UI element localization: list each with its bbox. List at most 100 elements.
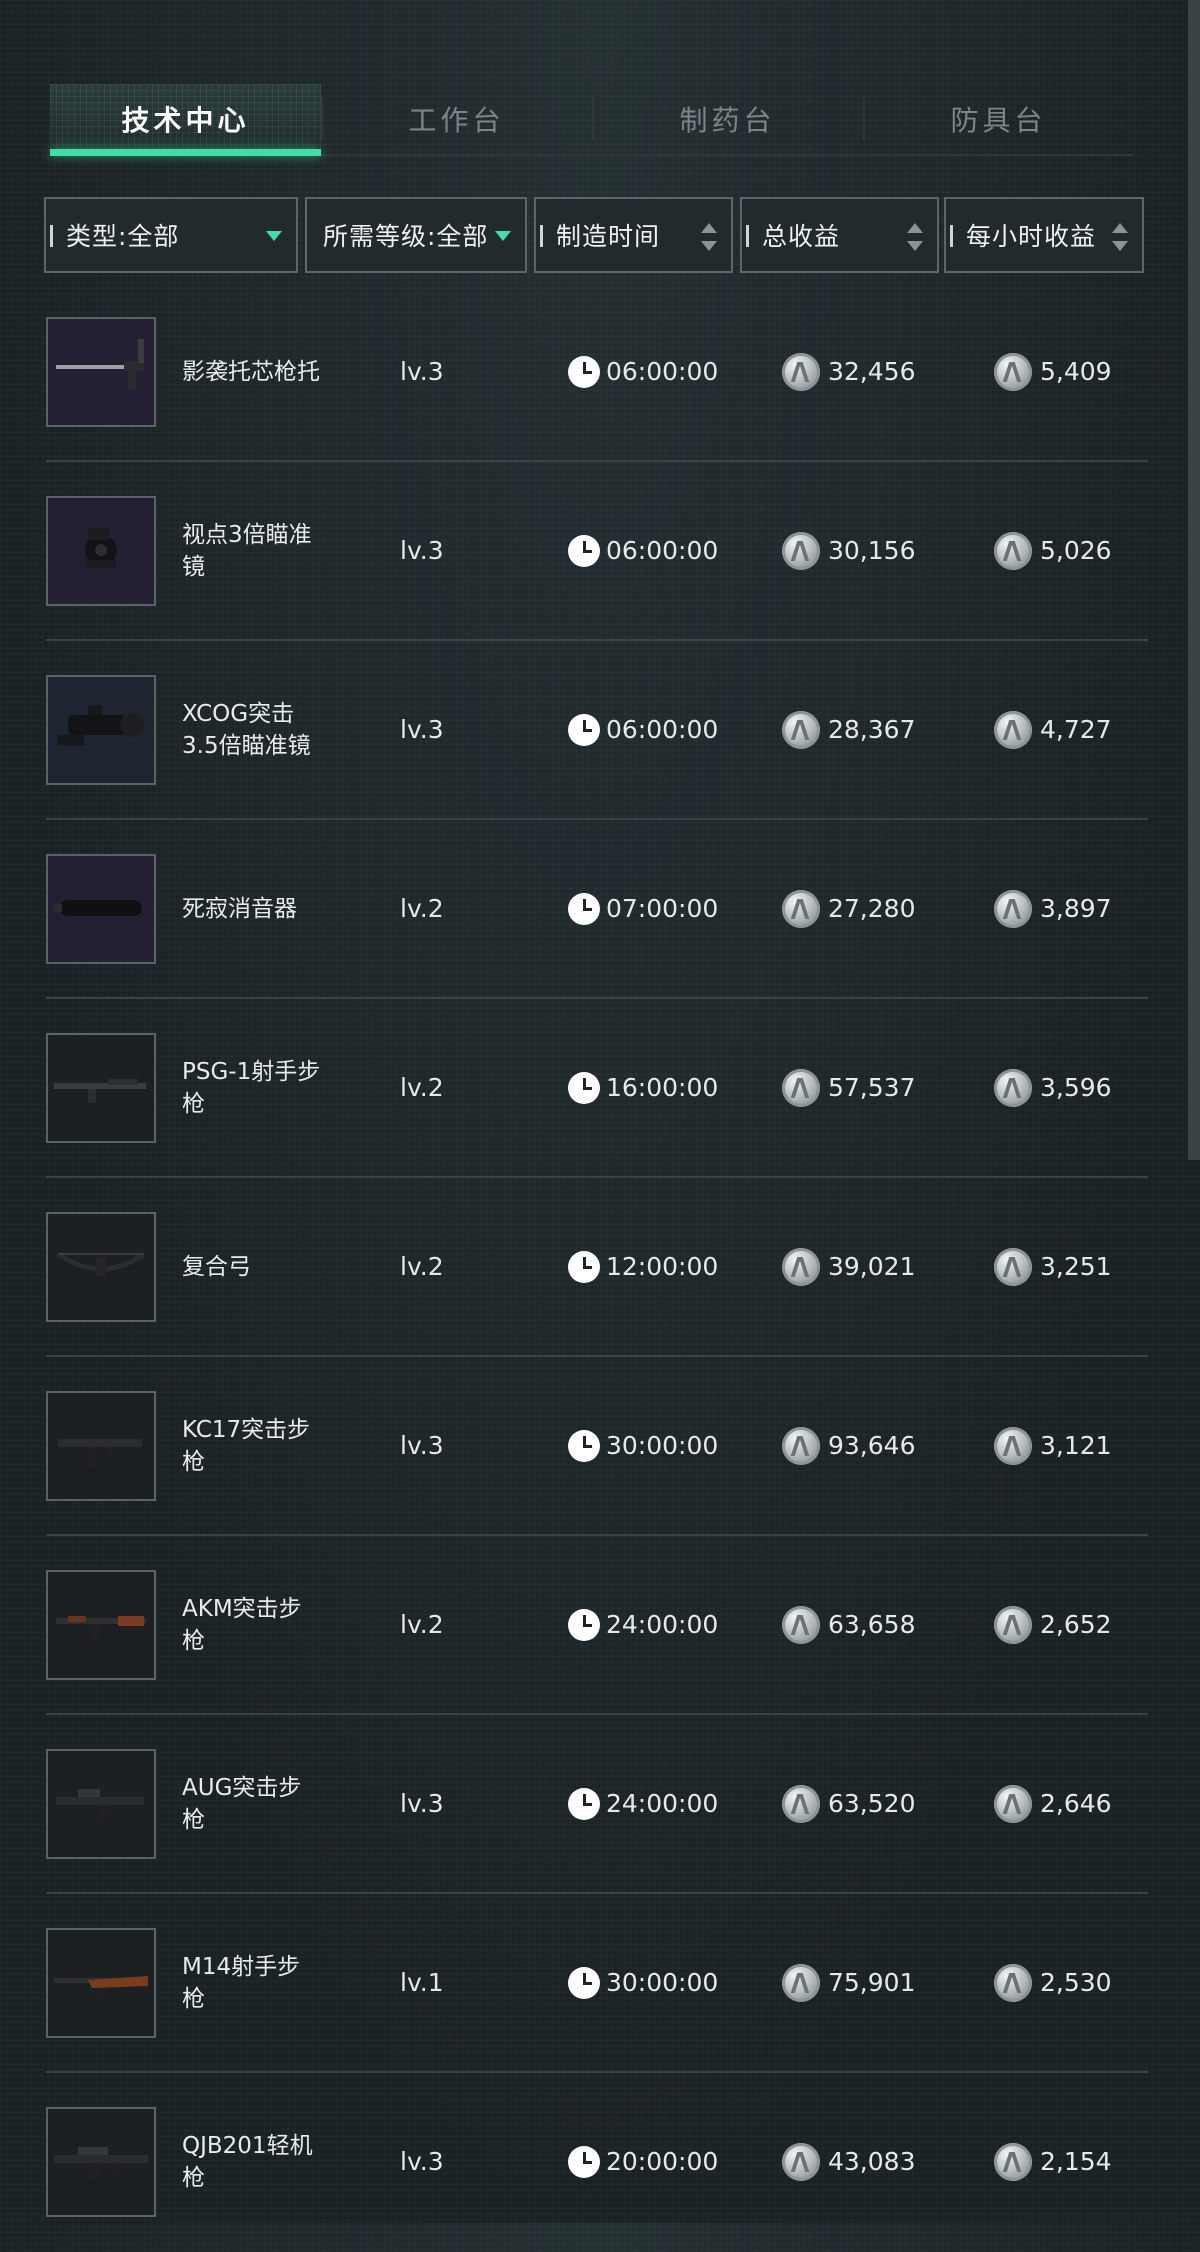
lmg-icon bbox=[54, 2147, 148, 2177]
sort-icon bbox=[1112, 223, 1128, 251]
table-row[interactable]: 视点3倍瞄准镜 lv.3 06:00:00 30,156 5,026 bbox=[46, 462, 1148, 641]
sort-time-button[interactable]: 制造时间 bbox=[534, 197, 733, 273]
coin-icon bbox=[782, 1426, 820, 1465]
item-level: lv.3 bbox=[400, 536, 444, 565]
item-name: AUG突击步枪 bbox=[182, 1774, 302, 1833]
item-hourly-profit: 5,026 bbox=[994, 462, 1112, 639]
item-hourly-profit: 5,409 bbox=[994, 283, 1112, 460]
coin-icon bbox=[994, 710, 1032, 749]
item-level: lv.1 bbox=[400, 1968, 444, 1997]
item-total-profit: 63,658 bbox=[782, 1536, 915, 1713]
item-hourly-profit: 3,596 bbox=[994, 999, 1112, 1176]
item-hourly-profit: 2,646 bbox=[994, 1715, 1112, 1892]
coin-icon bbox=[994, 1784, 1032, 1823]
item-time: 24:00:00 bbox=[568, 1715, 718, 1892]
item-time: 30:00:00 bbox=[568, 1894, 718, 2071]
scrollbar[interactable] bbox=[1188, 0, 1200, 1160]
item-total-profit: 32,456 bbox=[782, 283, 915, 460]
coin-icon bbox=[994, 531, 1032, 570]
coin-icon bbox=[782, 2142, 820, 2181]
tab-tech-center[interactable]: 技术中心 bbox=[50, 84, 321, 156]
clock-icon bbox=[568, 1966, 600, 1999]
table-row[interactable]: QJB201轻机枪 lv.3 20:00:00 43,083 2,154 bbox=[46, 2073, 1148, 2252]
tab-armor-bench[interactable]: 防具台 bbox=[863, 84, 1134, 154]
item-level: lv.2 bbox=[400, 1252, 444, 1281]
item-time: 16:00:00 bbox=[568, 999, 718, 1176]
chevron-down-icon bbox=[495, 231, 511, 241]
table-row[interactable]: AUG突击步枪 lv.3 24:00:00 63,520 2,646 bbox=[46, 1715, 1148, 1894]
tick-mark bbox=[950, 225, 953, 247]
coin-icon bbox=[782, 1247, 820, 1286]
item-name: XCOG突击3.5倍瞄准镜 bbox=[182, 700, 311, 759]
sort-per-hour-button[interactable]: 每小时收益 bbox=[944, 197, 1144, 273]
type-filter-dropdown[interactable]: 类型:全部 bbox=[44, 197, 298, 273]
coin-icon bbox=[994, 2142, 1032, 2181]
clock-icon bbox=[568, 1429, 600, 1462]
table-row[interactable]: PSG-1射手步枪 lv.2 16:00:00 57,537 3,596 bbox=[46, 999, 1148, 1178]
item-name: 死寂消音器 bbox=[182, 895, 297, 922]
item-total-profit: 57,537 bbox=[782, 999, 915, 1176]
item-name: KC17突击步枪 bbox=[182, 1416, 311, 1475]
item-thumbnail bbox=[46, 1033, 156, 1143]
rifle-icon bbox=[56, 1789, 144, 1821]
item-thumbnail bbox=[46, 1749, 156, 1859]
coin-icon bbox=[994, 1068, 1032, 1107]
coin-icon bbox=[782, 710, 820, 749]
item-time: 30:00:00 bbox=[568, 1357, 718, 1534]
item-hourly-profit: 2,652 bbox=[994, 1536, 1112, 1713]
item-hourly-profit: 3,251 bbox=[994, 1178, 1112, 1355]
item-total-profit: 28,367 bbox=[782, 641, 915, 818]
item-thumbnail bbox=[46, 1391, 156, 1501]
item-total-profit: 63,520 bbox=[782, 1715, 915, 1892]
item-total-profit: 43,083 bbox=[782, 2073, 915, 2250]
item-total-profit: 93,646 bbox=[782, 1357, 915, 1534]
item-hourly-profit: 2,530 bbox=[994, 1894, 1112, 2071]
table-row[interactable]: M14射手步枪 lv.1 30:00:00 75,901 2,530 bbox=[46, 1894, 1148, 2073]
item-level: lv.3 bbox=[400, 1431, 444, 1460]
chevron-down-icon bbox=[266, 231, 282, 241]
clock-icon bbox=[568, 1787, 600, 1820]
item-thumbnail bbox=[46, 675, 156, 785]
table-row[interactable]: 影袭托芯枪托 lv.3 06:00:00 32,456 5,409 bbox=[46, 283, 1148, 462]
item-time: 20:00:00 bbox=[568, 2073, 718, 2250]
item-total-profit: 27,280 bbox=[782, 820, 915, 997]
item-level: lv.3 bbox=[400, 715, 444, 744]
item-thumbnail bbox=[46, 1212, 156, 1322]
item-total-profit: 75,901 bbox=[782, 1894, 915, 2071]
table-row[interactable]: 复合弓 lv.2 12:00:00 39,021 3,251 bbox=[46, 1178, 1148, 1357]
item-hourly-profit: 3,121 bbox=[994, 1357, 1112, 1534]
clock-icon bbox=[568, 1250, 600, 1283]
item-name: 影袭托芯枪托 bbox=[182, 358, 320, 385]
stock-icon bbox=[56, 339, 144, 389]
acog-scope-icon bbox=[58, 705, 144, 745]
item-hourly-profit: 2,154 bbox=[994, 2073, 1112, 2250]
tab-workbench[interactable]: 工作台 bbox=[321, 84, 592, 154]
item-thumbnail bbox=[46, 854, 156, 964]
level-filter-dropdown[interactable]: 所需等级:全部 bbox=[305, 197, 527, 273]
clock-icon bbox=[568, 355, 600, 388]
sort-total-button[interactable]: 总收益 bbox=[740, 197, 939, 273]
item-name: 复合弓 bbox=[182, 1253, 251, 1280]
coin-icon bbox=[782, 889, 820, 928]
table-row[interactable]: XCOG突击3.5倍瞄准镜 lv.3 06:00:00 28,367 4,727 bbox=[46, 641, 1148, 820]
item-thumbnail bbox=[46, 1570, 156, 1680]
coin-icon bbox=[782, 1784, 820, 1823]
coin-icon bbox=[782, 1963, 820, 2002]
rifle-icon bbox=[58, 1439, 142, 1465]
item-level: lv.2 bbox=[400, 1073, 444, 1102]
clock-icon bbox=[568, 713, 600, 746]
coin-icon bbox=[994, 352, 1032, 391]
table-row[interactable]: KC17突击步枪 lv.3 30:00:00 93,646 3,121 bbox=[46, 1357, 1148, 1536]
coin-icon bbox=[994, 889, 1032, 928]
coin-icon bbox=[994, 1247, 1032, 1286]
table-row[interactable]: AKM突击步枪 lv.2 24:00:00 63,658 2,652 bbox=[46, 1536, 1148, 1715]
table-row[interactable]: 死寂消音器 lv.2 07:00:00 27,280 3,897 bbox=[46, 820, 1148, 999]
rifle-icon bbox=[54, 1079, 146, 1103]
item-name: PSG-1射手步枪 bbox=[182, 1058, 321, 1117]
coin-icon bbox=[782, 531, 820, 570]
tab-pharmacy[interactable]: 制药台 bbox=[592, 84, 863, 154]
item-level: lv.3 bbox=[400, 357, 444, 386]
coin-icon bbox=[994, 1605, 1032, 1644]
suppressor-icon bbox=[54, 900, 142, 916]
clock-icon bbox=[568, 892, 600, 925]
